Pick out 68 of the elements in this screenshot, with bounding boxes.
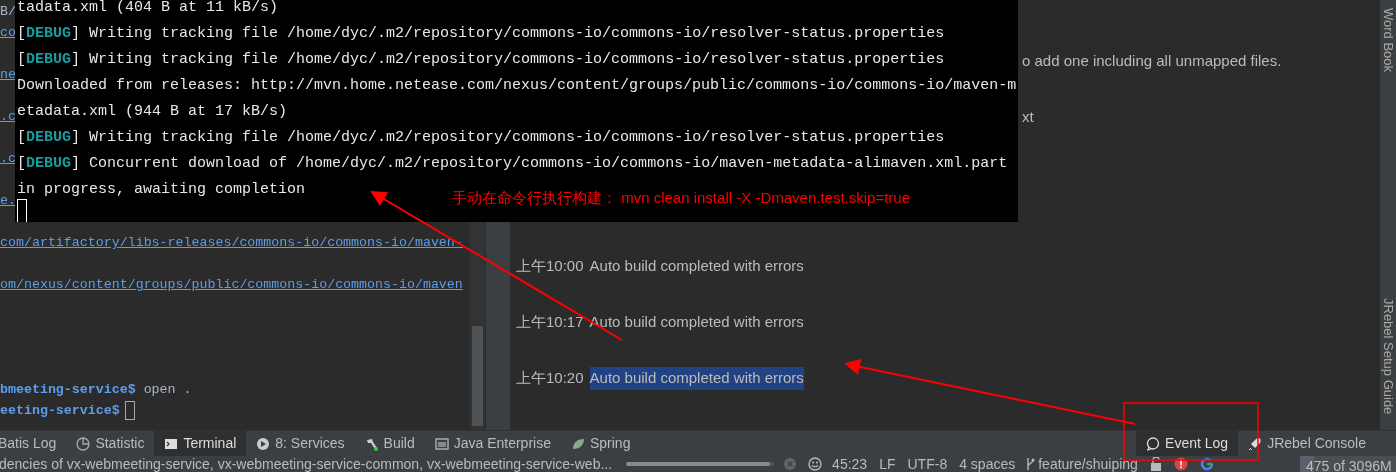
log-message[interactable]: Auto build completed with errors [589,311,804,334]
leaf-icon [570,436,585,451]
tool-window-tab[interactable]: Spring [560,431,641,456]
terminal-text: [ [17,25,26,42]
tool-window-tab[interactable]: Java Enterprise [424,431,561,456]
error-icon [1173,457,1188,471]
terminal-text: Downloaded from releases: http://mvn.home.netease.com/nexus/content/groups/public/commons-io/commons-io/maven-m [17,77,1017,94]
log-level: DEBUG [26,51,72,68]
g-logo-icon [1199,457,1214,471]
terminal-text: open . [142,382,192,397]
log-level: DEBUG [26,155,72,172]
log-text: o add one including all unmapped files. [1022,52,1282,69]
terminal-text: [ [17,129,26,146]
tool-window-tab[interactable]: Batis Log [0,431,67,456]
play-icon [256,436,271,451]
terminal-text: etadata.xml (944 B at 17 kB/s) [17,103,288,120]
lock-icon [1149,457,1162,471]
smiley-icon[interactable] [808,457,823,471]
link[interactable]: com/artifactory/libs-releases/commons-io/commons-io/maven- [0,235,463,250]
log-time: 上午10:17 [516,312,584,332]
log-level: DEBUG [26,25,72,42]
close-icon[interactable] [784,458,797,470]
hammer-icon [364,436,379,451]
line-separator[interactable]: LF [873,456,902,472]
scrollbar-thumb[interactable] [472,326,483,426]
rocket-icon [1248,436,1263,451]
window-icon [434,436,449,451]
log-time: 上午10:00 [516,256,584,276]
prompt-text: bmeeting-service$ [0,382,136,397]
branch-icon [1025,457,1036,471]
status-message: dencies of vx-webmeeting-service, vx-webmeeting-service-common, vx-webmeeting-service-web... [0,456,614,472]
log-time: 上午10:20 [516,368,584,388]
log-text: xt [1022,108,1034,125]
memory-indicator[interactable]: 475 of 3096M [1300,456,1396,472]
file-encoding[interactable]: UTF-8 [901,456,954,472]
tool-window-tab[interactable]: Build [354,431,425,456]
link[interactable]: om/nexus/content/groups/public/commons-io/commons-io/maven [0,277,463,292]
sidebar-tab[interactable]: JRebel Setup Guide [1378,297,1396,414]
terminal-text: in progress, awaiting completion [17,181,306,198]
tool-window-tab[interactable]: JRebel Console [1238,431,1376,456]
link[interactable]: .c [0,151,16,166]
terminal-text: tadata.xml (404 B at 11 kB/s) [17,0,279,16]
link[interactable]: co [0,25,16,40]
log-level: DEBUG [26,129,72,146]
sidebar-tab[interactable]: Word Book [1378,8,1396,73]
terminal-text: ] Writing tracking file /home/dyc/.m2/repository/commons-io/commons-io/resolver-status.properties [71,25,945,42]
terminal-text: [ [17,51,26,68]
indent-setting[interactable]: 4 spaces [953,456,1022,472]
chat-bubble-icon [1146,436,1161,451]
tool-window-tab[interactable]: Statistic [66,431,155,456]
tool-window-tab[interactable]: Event Log [1136,431,1239,456]
link[interactable]: ne [0,67,16,82]
git-branch[interactable]: feature/shuiping [1035,456,1144,472]
terminal-icon [164,436,179,451]
terminal-text: ] Writing tracking file /home/dyc/.m2/repository/commons-io/commons-io/resolver-status.properties [71,51,945,68]
annotation-text: 手动在命令行执行构建： mvn clean install -X -Dmaven.test.skip=true [452,188,911,208]
link[interactable]: e. [0,193,16,208]
log-message[interactable]: Auto build completed with errors [589,255,804,278]
link[interactable]: .c [0,109,16,124]
cursor-position[interactable]: 45:23 [826,456,874,472]
pie-chart-icon [76,436,91,451]
prompt-text: eeting-service$ [0,403,120,418]
terminal-text: ] Concurrent download of /home/dyc/.m2/repository/commons-io/commons-io/maven-metadata-alimaven.xml.part [71,155,1008,172]
terminal-text: [ [17,155,26,172]
terminal-text: ] Writing tracking file /home/dyc/.m2/repository/commons-io/commons-io/resolver-status.properties [71,129,945,146]
tool-window-tab[interactable]: Terminal [154,431,247,456]
terminal-text: B/ [0,4,16,19]
tool-window-tab[interactable]: 8: Services [246,431,355,456]
